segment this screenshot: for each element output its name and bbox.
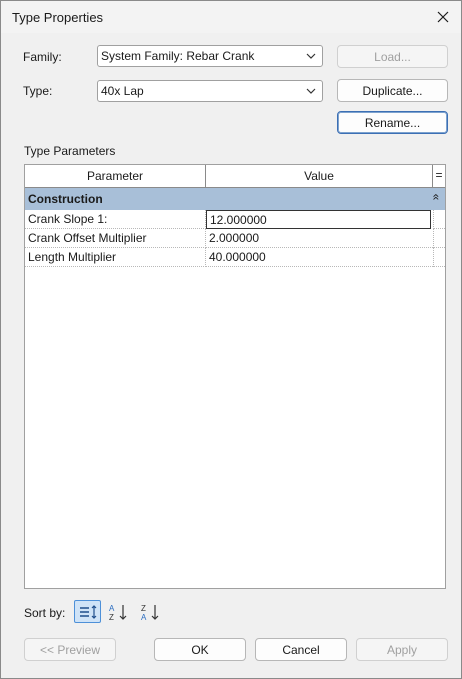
type-dropdown[interactable]: 40x Lap <box>97 80 323 102</box>
column-header-formula-label: = <box>435 168 443 182</box>
type-parameters-grid: Parameter Value = Construction « Crank S… <box>24 164 446 589</box>
apply-button-label: Apply <box>386 643 418 657</box>
sort-descending-icon: Z A <box>141 604 158 621</box>
chevron-down-icon <box>306 53 316 59</box>
close-icon <box>437 11 449 23</box>
param-name: Crank Offset Multiplier <box>28 231 147 245</box>
param-value: 12.000000 <box>210 213 267 227</box>
param-name: Crank Slope 1: <box>28 212 108 226</box>
table-row-param: Crank Slope 1: <box>25 210 206 229</box>
cancel-button[interactable]: Cancel <box>255 638 347 661</box>
dialog-title: Type Properties <box>12 10 104 25</box>
sort-ascending-button[interactable]: A Z <box>105 600 132 623</box>
title-bar: Type Properties <box>1 1 461 33</box>
family-label: Family: <box>23 50 62 64</box>
rename-button[interactable]: Rename... <box>337 111 448 134</box>
chevron-down-icon <box>306 88 316 94</box>
param-value: 40.000000 <box>209 250 266 264</box>
column-header-value-label: Value <box>304 169 334 183</box>
load-button[interactable]: Load... <box>337 45 448 68</box>
sort-descending-button[interactable]: Z A <box>137 600 164 623</box>
column-header-formula[interactable]: = <box>433 165 445 188</box>
svg-text:Z: Z <box>141 604 146 613</box>
load-button-label: Load... <box>374 50 411 64</box>
column-header-value[interactable]: Value <box>206 165 433 188</box>
ok-button[interactable]: OK <box>154 638 246 661</box>
family-dropdown[interactable]: System Family: Rebar Crank <box>97 45 323 67</box>
sort-ascending-icon: A Z <box>109 604 126 621</box>
param-name: Length Multiplier <box>28 250 117 264</box>
svg-text:Z: Z <box>109 613 114 621</box>
cancel-button-label: Cancel <box>282 643 320 657</box>
close-button[interactable] <box>425 1 461 33</box>
type-label: Type: <box>23 84 53 98</box>
duplicate-button[interactable]: Duplicate... <box>337 79 448 102</box>
collapse-glyph: « <box>429 193 444 201</box>
sort-by-label: Sort by: <box>24 606 66 620</box>
collapse-icon[interactable]: « <box>430 194 444 201</box>
preview-button[interactable]: << Preview <box>24 638 116 661</box>
column-header-parameter[interactable]: Parameter <box>25 165 206 188</box>
preview-button-label: << Preview <box>39 643 101 657</box>
family-value: System Family: Rebar Crank <box>101 49 255 63</box>
svg-text:A: A <box>141 613 147 621</box>
sort-grouped-button[interactable] <box>74 600 101 623</box>
group-header-construction[interactable]: Construction « <box>25 188 445 210</box>
column-header-parameter-label: Parameter <box>86 169 144 183</box>
sort-grouped-icon <box>79 604 96 619</box>
table-row-param: Length Multiplier <box>25 248 206 267</box>
formula-cell[interactable] <box>433 210 445 229</box>
param-value: 2.000000 <box>209 231 260 245</box>
type-parameters-label: Type Parameters <box>24 144 116 158</box>
table-row-param: Crank Offset Multiplier <box>25 229 206 248</box>
duplicate-button-label: Duplicate... <box>362 84 423 98</box>
apply-button[interactable]: Apply <box>356 638 448 661</box>
formula-cell[interactable] <box>433 229 445 248</box>
group-header-label: Construction <box>28 192 103 206</box>
type-value: 40x Lap <box>101 84 144 98</box>
rename-button-label: Rename... <box>364 116 421 130</box>
value-input[interactable]: 12.000000 <box>206 210 431 229</box>
svg-text:A: A <box>109 604 115 613</box>
value-cell[interactable]: 2.000000 <box>206 229 433 248</box>
ok-button-label: OK <box>191 643 209 657</box>
value-cell[interactable]: 40.000000 <box>206 248 433 267</box>
type-properties-dialog: Type Properties Family: System Family: R… <box>0 0 462 679</box>
formula-cell[interactable] <box>433 248 445 267</box>
